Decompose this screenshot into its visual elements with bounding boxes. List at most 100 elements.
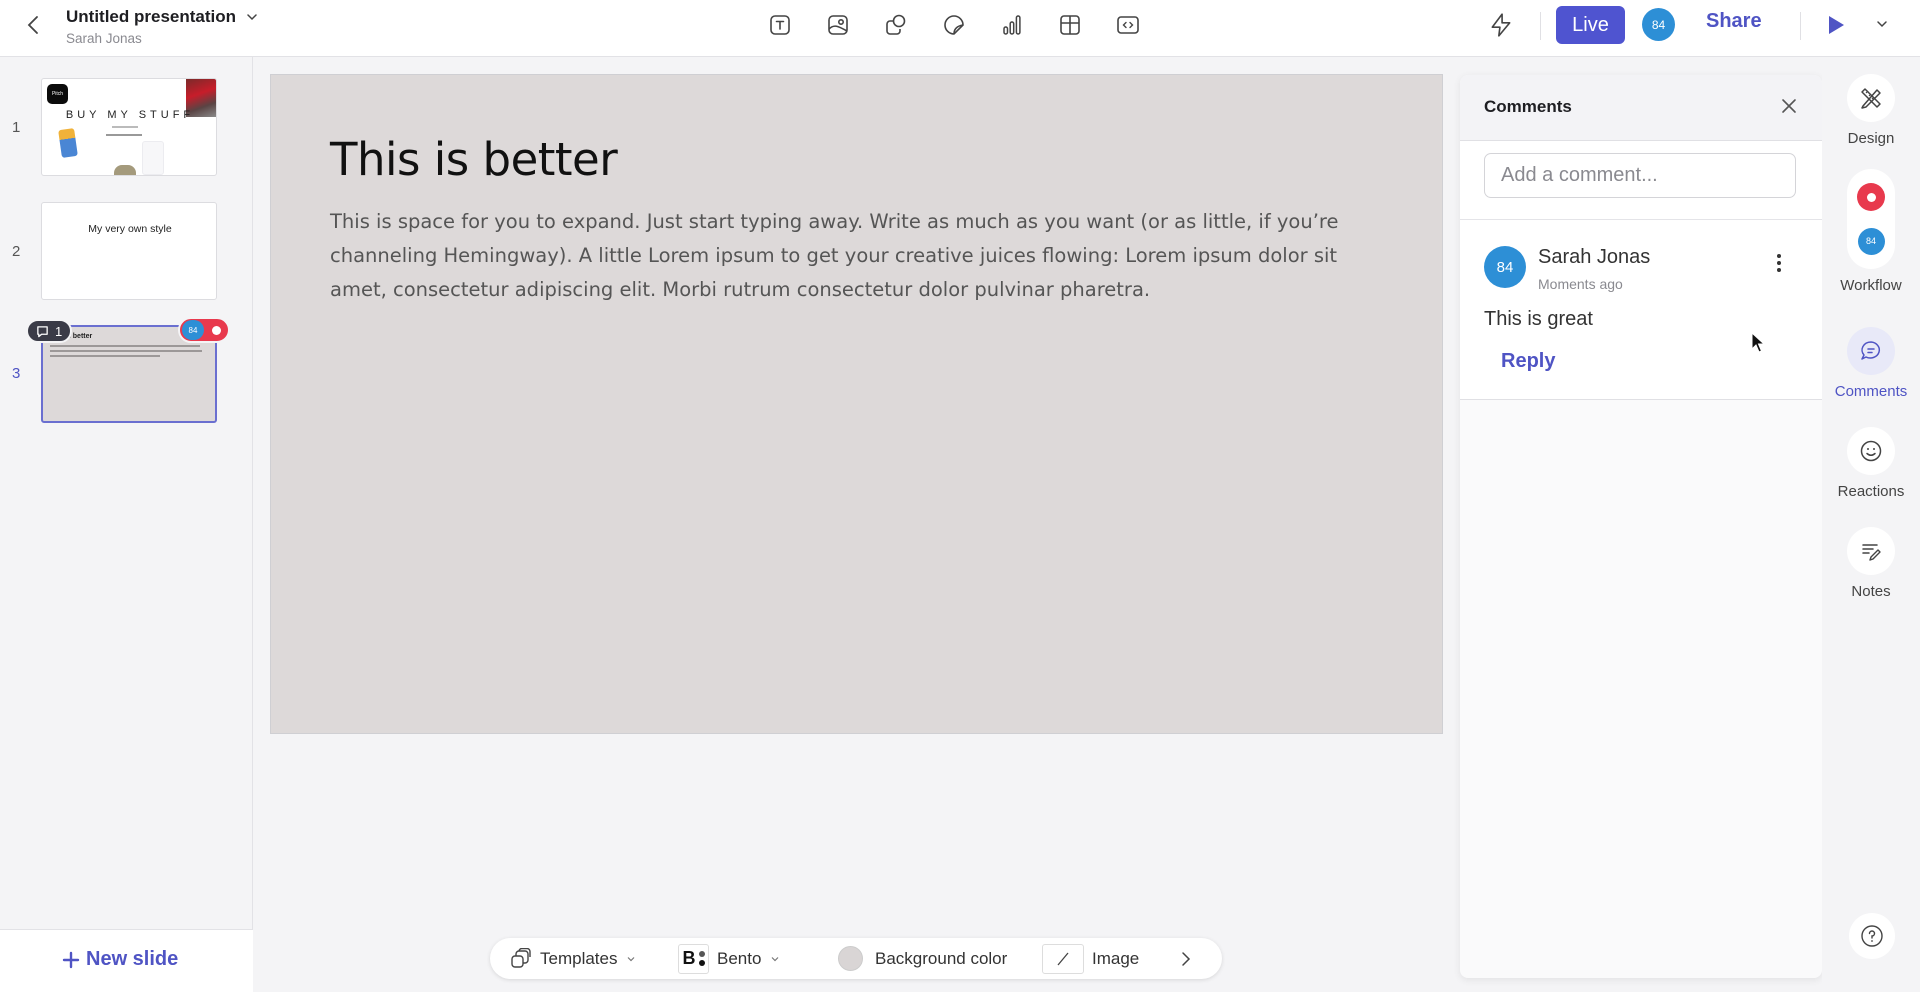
reply-button[interactable]: Reply [1501, 350, 1555, 373]
share-button[interactable]: Share [1706, 10, 1762, 33]
comment-count: 1 [55, 323, 63, 339]
background-color-label: Background color [875, 948, 1008, 968]
templates-icon [511, 947, 531, 968]
record-dot-icon [212, 326, 221, 335]
help-button[interactable] [1849, 913, 1895, 959]
slide-number: 1 [12, 119, 21, 136]
notes-button[interactable]: Notes [1822, 527, 1920, 600]
presentation-owner: Sarah Jonas [66, 31, 142, 46]
more-options-icon[interactable] [1770, 250, 1788, 276]
comment-author-name: Sarah Jonas [1538, 246, 1651, 268]
embed-tool-button[interactable] [1110, 10, 1146, 40]
background-color-button[interactable]: Background color [838, 938, 1007, 979]
new-slide-button[interactable]: New slide [62, 948, 178, 971]
lightning-icon[interactable] [1488, 12, 1514, 38]
play-icon[interactable] [1826, 14, 1846, 36]
slide-presence-indicator[interactable]: 84 [178, 317, 230, 343]
user-avatar[interactable]: 84 [1642, 8, 1675, 41]
table-tool-button[interactable] [1052, 10, 1088, 40]
shape-tool-button[interactable] [878, 10, 914, 40]
divider [1540, 12, 1541, 40]
chart-tool-button[interactable] [994, 10, 1030, 40]
mouse-cursor-icon [1751, 332, 1765, 353]
presentation-title[interactable]: Untitled presentation [66, 7, 236, 27]
slide-canvas[interactable]: This is better This is space for you to … [270, 74, 1443, 734]
add-comment-input[interactable] [1484, 153, 1796, 198]
notes-icon-wrap [1847, 527, 1895, 575]
image-tool-button[interactable] [820, 10, 856, 40]
live-button[interactable]: Live [1556, 6, 1625, 44]
slide-number: 2 [12, 243, 21, 260]
new-slide-label: New slide [86, 948, 179, 970]
image-button[interactable]: Image [1042, 938, 1139, 979]
thumbnail-text-line [50, 345, 200, 347]
text-tool-button[interactable] [762, 10, 798, 40]
slide-rail: 1 Pitch BUY MY STUFF 2 My very own style… [0, 57, 253, 992]
design-button[interactable]: Design [1822, 74, 1920, 147]
design-label: Design [1847, 130, 1895, 147]
workflow-pill: 84 [1847, 169, 1895, 269]
top-bar: Untitled presentation Sarah Jonas Live 8… [0, 0, 1920, 57]
chevron-left-icon [27, 16, 38, 34]
background-color-swatch [838, 946, 863, 971]
smiley-icon [1860, 440, 1882, 462]
right-rail: Design 84 Workflow Comments Reactions No… [1822, 57, 1920, 992]
chevron-right-icon [1182, 951, 1191, 966]
sticker-icon [944, 15, 964, 35]
thumbnail-text-line [50, 350, 202, 352]
notes-label: Notes [1851, 583, 1891, 600]
sticker-tool-button[interactable] [936, 10, 972, 40]
record-icon [1857, 183, 1885, 212]
comments-button[interactable]: Comments [1822, 327, 1920, 400]
slide-comment-badge[interactable]: 1 [26, 319, 73, 343]
theme-button[interactable]: B Bento [678, 938, 781, 979]
comment-item: 84 Sarah Jonas Moments ago This is great… [1460, 220, 1822, 400]
slide-body-text[interactable]: This is space for you to expand. Just st… [330, 205, 1370, 307]
comment-text: This is great [1484, 308, 1593, 330]
chevron-down-icon[interactable] [1874, 16, 1890, 32]
chevron-down-icon[interactable] [244, 9, 260, 25]
table-icon [1060, 15, 1080, 35]
reactions-label: Reactions [1837, 483, 1905, 500]
plus-icon [62, 951, 80, 968]
product-illustration [142, 141, 164, 175]
comments-panel: Comments 84 Sarah Jonas Moments ago This… [1460, 75, 1822, 978]
character-illustration [58, 128, 78, 158]
workflow-label: Workflow [1840, 277, 1902, 294]
design-tools-icon [1861, 88, 1881, 109]
thumbnail-title: BUY MY STUFF [65, 109, 195, 121]
close-icon[interactable] [1778, 95, 1800, 117]
comments-icon-wrap [1847, 327, 1895, 375]
toolbar-next-button[interactable] [1180, 938, 1192, 979]
reactions-button[interactable]: Reactions [1822, 427, 1920, 500]
workflow-avatar: 84 [1857, 227, 1885, 255]
theme-label: Bento [717, 948, 762, 968]
workflow-button[interactable]: 84 Workflow [1822, 169, 1920, 294]
bar-chart-icon [1003, 15, 1021, 35]
comments-title: Comments [1484, 97, 1572, 116]
chevron-down-icon [628, 956, 635, 961]
templates-button[interactable]: Templates [510, 938, 637, 979]
thumbnail-text-line [50, 355, 160, 357]
slide-title[interactable]: This is better [330, 133, 618, 186]
comment-icon [37, 325, 48, 337]
image-icon [828, 15, 848, 35]
comments-header: Comments [1460, 75, 1822, 141]
comment-bubble-icon [1861, 341, 1880, 360]
help-icon [1861, 925, 1883, 947]
image-label: Image [1092, 948, 1140, 968]
back-button[interactable] [22, 13, 44, 37]
comment-input-area [1460, 141, 1822, 220]
slide-thumbnail-2[interactable]: My very own style [41, 202, 217, 300]
divider [1800, 12, 1801, 40]
comment-author-avatar: 84 [1484, 246, 1526, 288]
presence-avatar: 84 [182, 320, 204, 340]
theme-letter: B [682, 948, 696, 968]
shape-icon [886, 14, 906, 35]
reactions-icon-wrap [1847, 427, 1895, 475]
slide-format-toolbar: Templates B Bento Background color Image [490, 938, 1222, 979]
thumbnail-subtitle-line [106, 134, 142, 136]
comment-timestamp: Moments ago [1538, 276, 1623, 292]
slide-thumbnail-1[interactable]: Pitch BUY MY STUFF [41, 78, 217, 176]
templates-label: Templates [540, 948, 618, 968]
